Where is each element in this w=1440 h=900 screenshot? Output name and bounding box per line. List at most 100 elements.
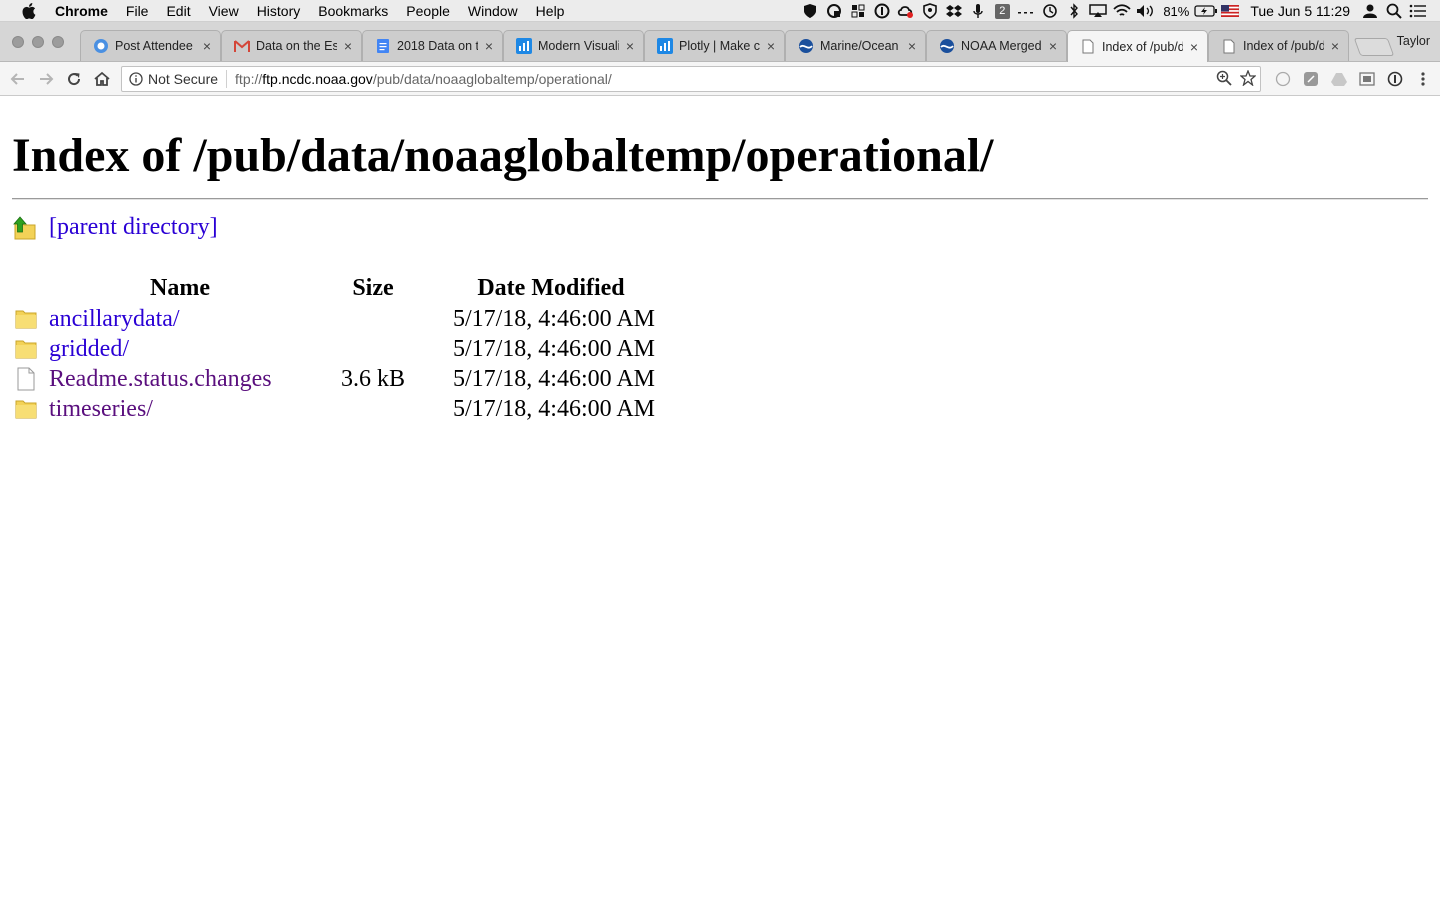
creative-cloud-icon[interactable] (894, 0, 918, 22)
menu-history[interactable]: History (248, 0, 310, 22)
zoom-window-button[interactable] (52, 36, 64, 48)
url-text[interactable]: ftp://ftp.ncdc.noaa.gov/pub/data/noaaglo… (227, 71, 612, 87)
battery-percent[interactable]: 81% (1158, 4, 1194, 19)
password-manager-icon[interactable] (870, 0, 894, 22)
noaa-icon (798, 38, 814, 54)
menu-people[interactable]: People (397, 0, 459, 22)
tab-8[interactable]: Index of /pub/d × (1067, 30, 1208, 62)
tab-9[interactable]: Index of /pub/d × (1208, 30, 1349, 61)
tab-7[interactable]: NOAA Merged L × (926, 30, 1067, 61)
airplay-icon[interactable] (1086, 0, 1110, 22)
tab-2[interactable]: Data on the Est × (221, 30, 362, 61)
bookmark-star-icon[interactable] (1240, 70, 1256, 86)
file-icon[interactable] (12, 364, 49, 394)
table-row: ancillarydata/5/17/18, 4:46:00 AM (12, 304, 655, 334)
close-tab-icon[interactable]: × (482, 39, 496, 53)
user-icon[interactable] (1358, 0, 1382, 22)
reload-button[interactable] (60, 65, 88, 93)
dots-icon[interactable] (1014, 0, 1038, 22)
close-tab-icon[interactable]: × (623, 39, 637, 53)
parent-directory-link[interactable]: [parent directory] (49, 214, 218, 241)
entry-link[interactable]: timeseries/ (49, 396, 153, 422)
name-column-header[interactable]: Name (49, 272, 311, 304)
menu-help[interactable]: Help (527, 0, 574, 22)
forward-button[interactable] (32, 65, 60, 93)
tab-3[interactable]: 2018 Data on t × (362, 30, 503, 61)
us-flag-icon[interactable] (1218, 0, 1242, 22)
page-icon (1221, 38, 1237, 54)
shield-icon[interactable] (798, 0, 822, 22)
extension-5-icon[interactable] (1384, 66, 1406, 92)
grid-app-icon[interactable] (846, 0, 870, 22)
close-tab-icon[interactable]: × (1046, 39, 1060, 53)
profile-name[interactable]: Taylor (1397, 34, 1430, 48)
wifi-icon[interactable] (1110, 0, 1134, 22)
menu-bookmarks[interactable]: Bookmarks (309, 0, 397, 22)
size-column-header[interactable]: Size (311, 272, 435, 304)
microphone-icon[interactable] (966, 0, 990, 22)
extension-3-icon[interactable] (1328, 66, 1350, 92)
extension-2-icon[interactable] (1300, 66, 1322, 92)
close-tab-icon[interactable]: × (764, 39, 778, 53)
entry-link[interactable]: ancillarydata/ (49, 306, 180, 332)
home-icon (94, 71, 110, 86)
menu-app-name[interactable]: Chrome (46, 0, 117, 22)
volume-icon[interactable] (1134, 0, 1158, 22)
chart-icon (516, 38, 532, 54)
close-tab-icon[interactable]: × (341, 39, 355, 53)
battery-charging-icon[interactable] (1194, 0, 1218, 22)
close-window-button[interactable] (12, 36, 24, 48)
icon-column-header (12, 272, 49, 304)
site-info-icon[interactable] (126, 72, 146, 86)
browser-toolbar: Not Secure ftp://ftp.ncdc.noaa.gov/pub/d… (0, 62, 1440, 96)
parent-directory-row: [parent directory] (12, 214, 218, 241)
badge-count-icon[interactable]: 2 (990, 0, 1014, 22)
table-row: timeseries/5/17/18, 4:46:00 AM (12, 394, 655, 424)
apple-menu-icon[interactable] (18, 2, 40, 19)
forward-arrow-icon (40, 72, 54, 85)
date-column-header[interactable]: Date Modified (435, 272, 655, 304)
extension-4-icon[interactable] (1356, 66, 1378, 92)
entry-name-cell: gridded/ (49, 334, 311, 364)
vpn-shield-icon[interactable] (918, 0, 942, 22)
folder-icon[interactable] (12, 334, 49, 364)
new-tab-button[interactable] (1353, 38, 1395, 56)
tab-label: Modern Visuali (538, 39, 619, 53)
menu-edit[interactable]: Edit (157, 0, 199, 22)
tab-6[interactable]: Marine/Ocean D × (785, 30, 926, 61)
entry-size (311, 304, 435, 334)
entry-size (311, 334, 435, 364)
up-folder-icon[interactable] (12, 215, 38, 241)
minimize-window-button[interactable] (32, 36, 44, 48)
bluetooth-icon[interactable] (1062, 0, 1086, 22)
notification-center-icon[interactable] (1406, 0, 1430, 22)
dropbox-icon[interactable] (942, 0, 966, 22)
close-tab-icon[interactable]: × (200, 39, 214, 53)
tab-4[interactable]: Modern Visuali × (503, 30, 644, 61)
home-button[interactable] (88, 65, 116, 93)
zoom-icon[interactable] (1216, 70, 1232, 86)
address-bar[interactable]: Not Secure ftp://ftp.ncdc.noaa.gov/pub/d… (121, 66, 1261, 92)
entry-link[interactable]: Readme.status.changes (49, 366, 272, 392)
menu-window[interactable]: Window (459, 0, 527, 22)
table-row: gridded/5/17/18, 4:46:00 AM (12, 334, 655, 364)
menu-view[interactable]: View (200, 0, 248, 22)
close-tab-icon[interactable]: × (905, 39, 919, 53)
menu-file[interactable]: File (117, 0, 158, 22)
close-tab-icon[interactable]: × (1328, 39, 1342, 53)
back-button[interactable] (4, 65, 32, 93)
sync-icon[interactable] (822, 0, 846, 22)
security-indicator[interactable]: Not Secure (146, 70, 228, 88)
folder-icon[interactable] (12, 394, 49, 424)
menu-bar-clock[interactable]: Tue Jun 5 11:29 (1242, 3, 1358, 19)
tab-label: Plotly | Make c (679, 39, 760, 53)
spotlight-search-icon[interactable] (1382, 0, 1406, 22)
tab-5[interactable]: Plotly | Make c × (644, 30, 785, 61)
browser-menu-icon[interactable] (1412, 66, 1434, 92)
extension-1-icon[interactable] (1272, 66, 1294, 92)
tab-1[interactable]: Post Attendee × (80, 30, 221, 61)
time-machine-icon[interactable] (1038, 0, 1062, 22)
entry-link[interactable]: gridded/ (49, 336, 129, 362)
close-tab-icon[interactable]: × (1187, 40, 1201, 54)
folder-icon[interactable] (12, 304, 49, 334)
